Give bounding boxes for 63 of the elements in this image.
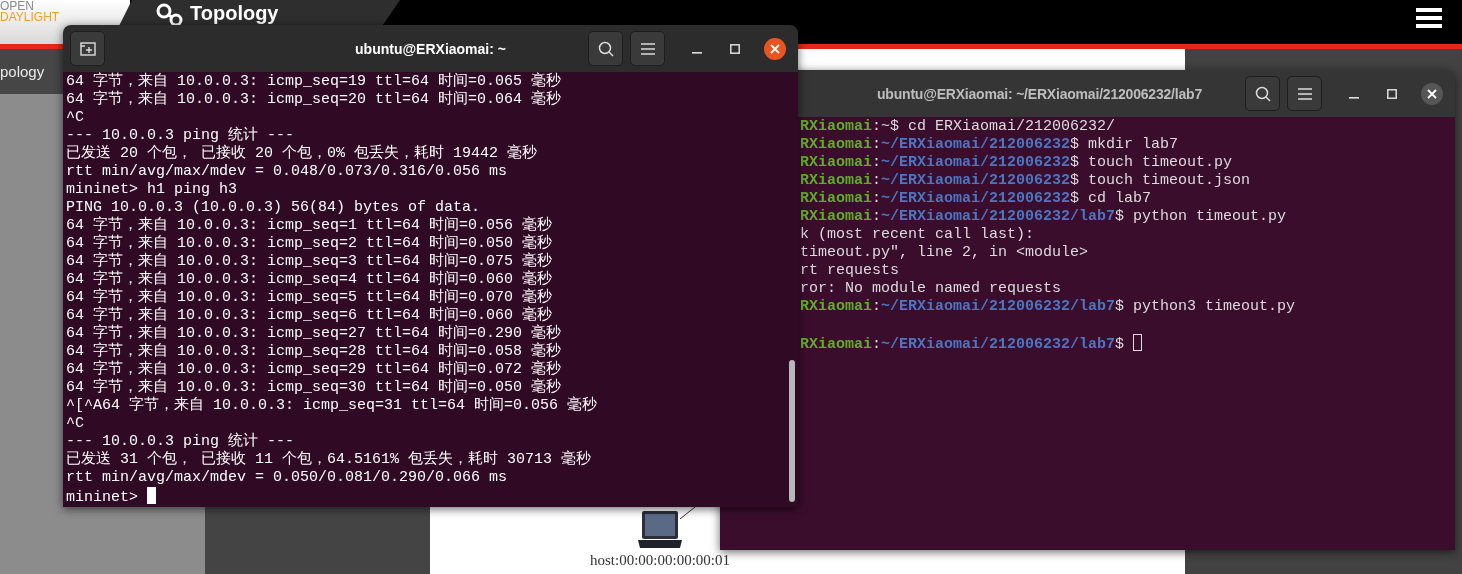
menu-icon <box>1297 87 1312 100</box>
terminal-line: 64 字节，来自 10.0.0.3: icmp_seq=2 ttl=64 时间=0.050 毫秒 <box>66 235 554 252</box>
terminal-line: 64 字节，来自 10.0.0.3: icmp_seq=5 ttl=64 时间=0.070 毫秒 <box>66 289 554 306</box>
laptop-icon[interactable] <box>638 510 682 550</box>
scrollbar[interactable] <box>789 360 795 502</box>
search-button[interactable] <box>1245 76 1280 111</box>
minimize-icon <box>692 52 702 54</box>
terminal-line: 64 字节，来自 10.0.0.3: icmp_seq=27 ttl=64 时间=0.290 毫秒 <box>66 325 563 342</box>
terminal-line: 64 字节，来自 10.0.0.3: icmp_seq=3 ttl=64 时间=0.075 毫秒 <box>66 253 554 270</box>
logo-text: DAYLIGHT <box>0 12 61 23</box>
sidebar-item[interactable]: pology <box>0 49 63 94</box>
terminal-line: RXiaomai:~/ERXiaomai/212006232/lab7$ <box>800 334 1452 352</box>
terminal-line: timeout.py", line 2, in <module> <box>800 244 1090 262</box>
menu-button[interactable] <box>1287 76 1322 111</box>
menu-icon <box>640 42 655 55</box>
terminal-line: mininet> h1 ping h3 <box>66 181 239 199</box>
terminal-line: ^C <box>66 415 85 433</box>
terminal-line: RXiaomai:~/ERXiaomai/212006232$ touch timeout.json <box>800 172 1252 190</box>
terminal-line: 64 字节，来自 10.0.0.3: icmp_seq=28 ttl=64 时间=0.058 毫秒 <box>66 343 563 360</box>
terminal-line: 64 字节，来自 10.0.0.3: icmp_seq=19 ttl=64 时间=0.065 毫秒 <box>66 73 563 90</box>
terminal-line: 已发送 20 个包， 已接收 20 个包，0% 包丢失，耗时 19442 毫秒 <box>66 145 539 163</box>
terminal-line: ror: No module named requests <box>800 280 1063 298</box>
node-label: host:00:00:00:00:00:01 <box>590 552 730 569</box>
terminal-line: RXiaomai:~/ERXiaomai/212006232/lab7$ python3 timeout.py <box>800 298 1297 316</box>
terminal-line: rtt min/avg/max/mdev = 0.048/0.073/0.316/0.056 ms <box>66 163 509 181</box>
close-button[interactable] <box>1421 83 1443 105</box>
close-button[interactable] <box>764 38 786 60</box>
minimize-icon <box>1349 97 1359 99</box>
maximize-icon <box>1387 89 1397 99</box>
window-title: ubuntu@ERXiaomai: ~/ERXiaomai/212006232/lab7 <box>875 85 1203 102</box>
terminal-line: --- 10.0.0.3 ping 统计 --- <box>66 433 296 450</box>
terminal-line: RXiaomai:~/ERXiaomai/212006232$ cd lab7 <box>800 190 1153 208</box>
terminal-line: k (most recent call last): <box>800 226 1036 244</box>
menu-icon[interactable] <box>1416 7 1442 29</box>
maximize-icon <box>730 44 740 54</box>
terminal-line: PING 10.0.0.3 (10.0.0.3) 56(84) bytes of data. <box>66 199 482 216</box>
terminal-line: rtt min/avg/max/mdev = 0.050/0.081/0.290/0.066 ms <box>66 469 509 487</box>
terminal-line: RXiaomai:~$ cd ERXiaomai/212006232/ <box>800 118 1117 136</box>
search-icon <box>597 40 614 57</box>
terminal-line: RXiaomai:~/ERXiaomai/212006232$ mkdir lab7 <box>800 136 1180 154</box>
close-icon <box>1427 89 1437 99</box>
search-icon <box>1254 85 1271 102</box>
new-tab-icon <box>79 41 96 56</box>
terminal-line: 64 字节，来自 10.0.0.3: icmp_seq=4 ttl=64 时间=0.060 毫秒 <box>66 271 554 288</box>
menu-button[interactable] <box>630 31 665 66</box>
new-tab-button[interactable] <box>70 31 105 66</box>
terminal-line: 64 字节，来自 10.0.0.3: icmp_seq=29 ttl=64 时间=0.072 毫秒 <box>66 361 563 378</box>
window-title: ubuntu@ERXiaomai: ~ <box>354 40 507 57</box>
terminal-line: ^[^A64 字节，来自 10.0.0.3: icmp_seq=31 ttl=64 时间=0.056 毫秒 <box>66 397 599 415</box>
terminal-line: ^C <box>66 109 85 127</box>
terminal-line: 64 字节，来自 10.0.0.3: icmp_seq=6 ttl=64 时间=0.060 毫秒 <box>66 307 554 324</box>
header-tab[interactable]: Topology <box>190 3 279 24</box>
terminal-line: --- 10.0.0.3 ping 统计 --- <box>66 127 296 144</box>
terminal-line: rt requests <box>800 262 901 280</box>
terminal-line: RXiaomai:~/ERXiaomai/212006232$ touch timeout.py <box>800 154 1234 172</box>
search-button[interactable] <box>588 31 623 66</box>
logo-text: OPEN <box>0 1 34 12</box>
terminal-line: RXiaomai:~/ERXiaomai/212006232/lab7$ python timeout.py <box>800 208 1288 226</box>
terminal-line: 64 字节，来自 10.0.0.3: icmp_seq=1 ttl=64 时间=0.056 毫秒 <box>66 217 554 234</box>
terminal-line: 64 字节，来自 10.0.0.3: icmp_seq=30 ttl=64 时间=0.050 毫秒 <box>66 379 563 396</box>
terminal-line: 已发送 31 个包， 已接收 11 个包，64.5161% 包丢失，耗时 30713 毫秒 <box>66 451 593 469</box>
close-icon <box>770 44 780 54</box>
terminal-line: 64 字节，来自 10.0.0.3: icmp_seq=20 ttl=64 时间=0.064 毫秒 <box>66 91 563 109</box>
